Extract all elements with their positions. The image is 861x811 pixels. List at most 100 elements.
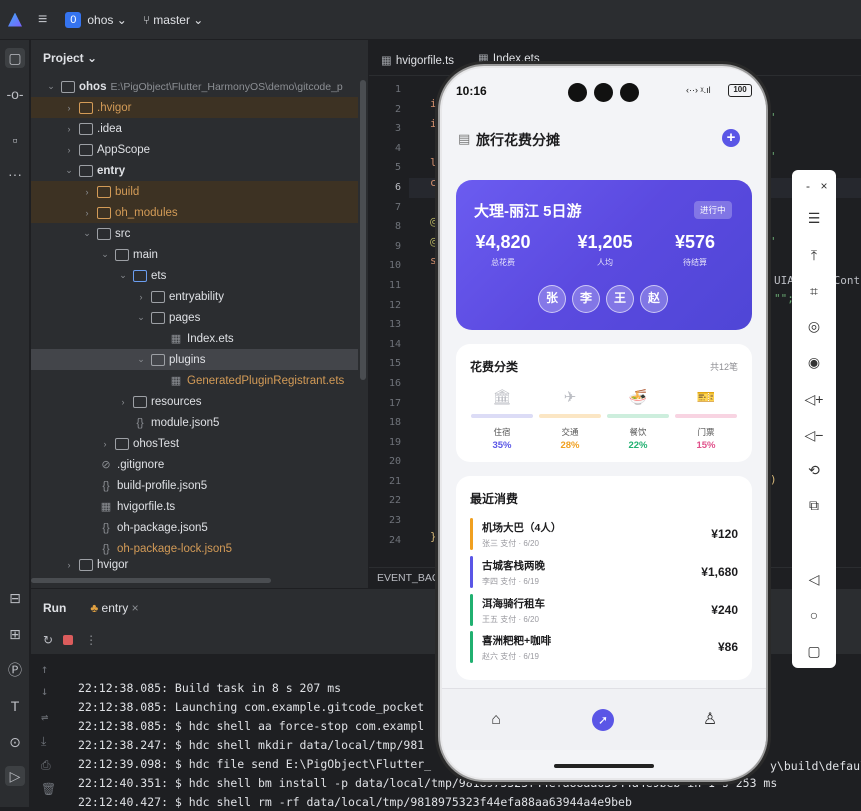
record-icon[interactable]: ◉ — [802, 350, 826, 374]
line-number[interactable]: 22 — [369, 491, 409, 511]
run-tab-entry[interactable]: ♣ entry × — [90, 601, 138, 615]
avatar[interactable]: 王 — [606, 285, 634, 313]
main-menu-icon[interactable]: ≡ — [38, 11, 47, 29]
more-icon[interactable]: ··· — [5, 164, 25, 184]
line-number[interactable]: 17 — [369, 394, 409, 414]
code-fragment[interactable]: @ — [430, 215, 437, 228]
profiler-icon[interactable]: Ⓟ — [5, 660, 25, 680]
structure-icon[interactable]: ▫ — [5, 130, 25, 150]
category-item[interactable]: 🏛 住宿 35% — [470, 388, 534, 451]
home-button-icon[interactable]: ○ — [802, 603, 826, 627]
line-number[interactable]: 13 — [369, 315, 409, 335]
line-number[interactable]: 1 — [369, 80, 409, 100]
hammer-icon[interactable]: T — [5, 696, 25, 716]
line-number[interactable]: 21 — [369, 472, 409, 492]
pin-top-icon[interactable]: ⤒ — [802, 243, 826, 267]
line-number[interactable]: 7 — [369, 198, 409, 218]
tree-item-oh-package-lock[interactable]: {} oh-package-lock.json5 — [31, 538, 358, 559]
volume-down-icon[interactable]: ◁− — [802, 423, 826, 447]
line-number[interactable]: 24 — [369, 531, 409, 551]
category-item[interactable]: ✈ 交通 28% — [538, 388, 602, 451]
back-icon[interactable]: ◁ — [802, 567, 826, 591]
avatar[interactable]: 李 — [572, 285, 600, 313]
line-number[interactable]: 9 — [369, 237, 409, 257]
up-arrow-icon[interactable]: ↑ — [41, 662, 48, 676]
fold-icon[interactable]: ⧉ — [802, 493, 826, 517]
expense-item[interactable]: 喜洲粑粑+咖啡 赵六 支付 · 6/19 ¥86 — [470, 631, 738, 665]
tree-item-gitignore[interactable]: ⊘ .gitignore — [31, 454, 358, 475]
line-number[interactable]: 5 — [369, 158, 409, 178]
down-arrow-icon[interactable]: ↓ — [41, 684, 48, 698]
commit-icon[interactable]: -o- — [5, 84, 25, 104]
problems-icon[interactable]: ⊙ — [5, 732, 25, 752]
line-number[interactable]: 10 — [369, 256, 409, 276]
code-fragment[interactable]: l — [430, 156, 437, 169]
code-fragment[interactable]: i — [430, 97, 437, 110]
tree-item-ohostest[interactable]: › ohosTest — [31, 433, 358, 454]
more-options-icon[interactable]: ⋮ — [85, 633, 97, 647]
line-number[interactable]: 18 — [369, 413, 409, 433]
code-fragment[interactable]: @ — [430, 235, 437, 248]
branch-switcher[interactable]: ⑂ master ⌄ — [143, 13, 204, 27]
line-number[interactable]: 4 — [369, 139, 409, 159]
tree-item-generated-plugin-registrant[interactable]: ▦ GeneratedPluginRegistrant.ets — [31, 370, 358, 391]
trash-icon[interactable]: 🗑 — [41, 782, 56, 796]
tree-item-main[interactable]: ⌄ main — [31, 244, 358, 265]
profile-icon[interactable]: ♙ — [699, 709, 721, 731]
folder-icon[interactable]: ▢ — [5, 48, 25, 68]
line-number[interactable]: 23 — [369, 511, 409, 531]
tree-item-pages[interactable]: ⌄ pages — [31, 307, 358, 328]
tree-item-hvigor-dir[interactable]: › .hvigor — [31, 97, 358, 118]
tree-scrollbar[interactable] — [360, 80, 366, 380]
line-number[interactable]: 8 — [369, 217, 409, 237]
code-fragment[interactable]: c — [430, 176, 437, 189]
tree-item-oh-modules[interactable]: › oh_modules — [31, 202, 358, 223]
crop-icon[interactable]: ⌗ — [802, 279, 826, 303]
add-button[interactable]: + — [722, 129, 740, 147]
line-number[interactable]: 20 — [369, 452, 409, 472]
tree-item-src[interactable]: ⌄ src — [31, 223, 358, 244]
avatar[interactable]: 赵 — [640, 285, 668, 313]
screenshot-icon[interactable]: ◎ — [802, 314, 826, 338]
project-switcher[interactable]: ohos ⌄ — [87, 13, 126, 27]
line-number[interactable]: 2 — [369, 100, 409, 120]
home-icon[interactable]: ⌂ — [485, 709, 507, 731]
tree-item-build-profile[interactable]: {} build-profile.json5 — [31, 475, 358, 496]
recents-icon[interactable]: ▢ — [802, 639, 826, 663]
tree-item-hvigorfile[interactable]: ▦ hvigorfile.ts — [31, 496, 358, 517]
category-item[interactable]: 🎫 门票 15% — [674, 388, 738, 451]
tree-item-appscope[interactable]: › AppScope — [31, 139, 358, 160]
line-number[interactable]: 19 — [369, 433, 409, 453]
expense-item[interactable]: 洱海骑行租车 王五 支付 · 6/20 ¥240 — [470, 594, 738, 628]
tree-item-plugins[interactable]: ⌄ plugins — [31, 349, 358, 370]
volume-up-icon[interactable]: ◁+ — [802, 387, 826, 411]
rerun-icon[interactable]: ↻ — [43, 633, 53, 647]
tree-item-entry[interactable]: ⌄ entry — [31, 160, 358, 181]
tree-item-hvigor[interactable]: › hvigor — [31, 559, 358, 571]
terminal-icon[interactable]: ⊟ — [5, 588, 25, 608]
tree-hscrollbar[interactable] — [31, 578, 271, 583]
line-number[interactable]: 6 — [369, 178, 409, 198]
stop-icon[interactable] — [63, 635, 74, 645]
expense-item[interactable]: 机场大巴（4人） 张三 支付 · 6/20 ¥120 — [470, 518, 738, 552]
tree-item-idea[interactable]: › .idea — [31, 118, 358, 139]
tree-item-resources[interactable]: › resources — [31, 391, 358, 412]
rotate-icon[interactable]: ⟲ — [802, 458, 826, 482]
tree-item-build[interactable]: › build — [31, 181, 358, 202]
menu-icon[interactable]: ☰ — [802, 206, 826, 230]
tree-item-ohos[interactable]: ⌄ ohos E:\PigObject\Flutter_HarmonyOS\de… — [31, 76, 358, 97]
compass-icon[interactable]: ➚ — [592, 709, 614, 731]
tree-item-oh-package[interactable]: {} oh-package.json5 — [31, 517, 358, 538]
tree-item-index-ets[interactable]: ▦ Index.ets — [31, 328, 358, 349]
close-icon[interactable]: × — [812, 174, 836, 198]
tree-item-module-json5[interactable]: {} module.json5 — [31, 412, 358, 433]
line-number[interactable]: 11 — [369, 276, 409, 296]
avatar[interactable]: 张 — [538, 285, 566, 313]
line-number[interactable]: 14 — [369, 335, 409, 355]
soft-wrap-icon[interactable]: ⇌ — [41, 710, 48, 724]
code-fragment[interactable]: s — [430, 254, 437, 267]
code-fragment[interactable]: ) — [770, 473, 777, 486]
code-fragment[interactable]: ' — [770, 235, 777, 248]
category-item[interactable]: 🍜 餐饮 22% — [606, 388, 670, 451]
tree-item-ets[interactable]: ⌄ ets — [31, 265, 358, 286]
